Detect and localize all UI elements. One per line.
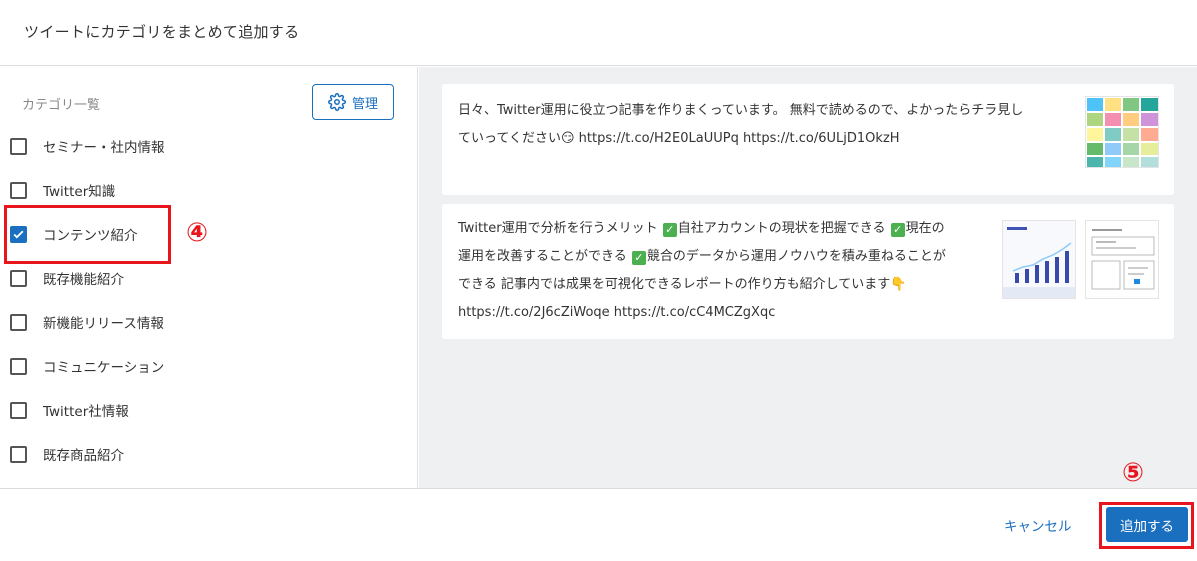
tweet-text-line: ていってください😏 https://t.co/H2E0LaUUPq https:… [458,131,900,146]
tweet-thumbnail [1085,220,1159,299]
tweet-text: 日々、Twitter運用に役立つ記事を作りまくっています。 無料で読めるので、よ… [458,97,1023,153]
category-label: セミナー・社内情報 [43,140,165,156]
category-item-twitter-company[interactable]: Twitter社情報 [10,395,129,425]
tweet-list: 日々、Twitter運用に役立つ記事を作りまくっています。 無料で読めるので、よ… [419,67,1197,488]
tweet-text-line: できる 記事内では成果を可視化できるレポートの作り方も紹介しています👇 [458,277,907,292]
category-label: 既存商品紹介 [43,448,124,464]
checkbox[interactable] [10,313,27,331]
category-label: Twitter知識 [43,184,116,200]
category-item-existing-products[interactable]: 既存商品紹介 [10,439,124,469]
tweet-text-segment: 現在の [905,221,945,236]
category-label: Twitter社情報 [43,404,129,420]
category-label: 既存機能紹介 [43,272,124,288]
dialog-title: ツイートにカテゴリをまとめて追加する [24,23,300,41]
tweet-card[interactable]: 日々、Twitter運用に役立つ記事を作りまくっています。 無料で読めるので、よ… [442,84,1174,195]
category-item-twitter-knowledge[interactable]: Twitter知識 [10,175,115,205]
checkbox[interactable] [10,445,27,463]
dialog-header: ツイートにカテゴリをまとめて追加する [0,0,1197,66]
cancel-button[interactable]: キャンセル [1004,515,1072,535]
thumbnail-document-image [1086,221,1158,298]
tweet-text-segment: 運用を改善することができる [458,249,631,264]
category-sidebar: カテゴリ一覧 管理 セミナー・社内情報 Twitter知識 コンテンツ紹介 既存… [0,67,418,488]
checkbox[interactable] [10,357,27,375]
category-label: コミュニケーション [43,360,165,376]
manage-button-label: 管理 [351,96,378,112]
tweet-text: Twitter運用で分析を行うメリット ✓ 自社アカウントの現状を把握できる ✓ 現… [458,215,946,327]
dialog-footer: キャンセル 追加する [0,488,1197,561]
tweet-text-segment: 競合のデータから運用ノウハウを積み重ねることが [646,249,946,264]
checkbox[interactable] [10,401,27,419]
category-item-communication[interactable]: コミュニケーション [10,351,164,381]
checkbox-checked[interactable] [10,225,27,243]
tweet-text-line: 日々、Twitter運用に役立つ記事を作りまくっています。 無料で読めるので、よ… [458,103,1024,118]
check-icon [13,230,24,239]
add-button[interactable]: 追加する [1106,507,1188,542]
annotation-step4: ④ [186,218,209,248]
thumbnail-grid-image [1087,98,1158,167]
category-item-content-intro[interactable]: コンテンツ紹介 [10,219,138,249]
category-label: コンテンツ紹介 [43,228,138,244]
check-emoji-icon: ✓ [890,223,905,237]
checkbox[interactable] [10,269,27,287]
tweet-text-segment: 自社アカウントの現状を把握できる [677,221,890,236]
tweet-thumbnail [1085,96,1159,168]
gear-icon [328,93,346,111]
category-item-new-release[interactable]: 新機能リリース情報 [10,307,164,337]
tweet-text-segment: Twitter運用で分析を行うメリット [458,221,662,236]
manage-button[interactable]: 管理 [312,84,394,120]
thumbnail-chart-image [1003,221,1075,298]
annotation-step5: ⑤ [1122,458,1145,488]
category-item-existing-features[interactable]: 既存機能紹介 [10,263,124,293]
category-list-title: カテゴリ一覧 [22,98,101,113]
check-emoji-icon: ✓ [631,251,646,265]
category-label: 新機能リリース情報 [43,316,164,332]
checkbox[interactable] [10,181,27,199]
check-emoji-icon: ✓ [662,223,677,237]
checkbox[interactable] [10,137,27,155]
tweet-text-line: https://t.co/2J6cZiWoqe https://t.co/cC4… [458,305,776,320]
tweet-thumbnail [1002,220,1076,299]
tweet-card[interactable]: Twitter運用で分析を行うメリット ✓ 自社アカウントの現状を把握できる ✓ 現… [442,204,1174,339]
category-item-seminar[interactable]: セミナー・社内情報 [10,131,165,161]
